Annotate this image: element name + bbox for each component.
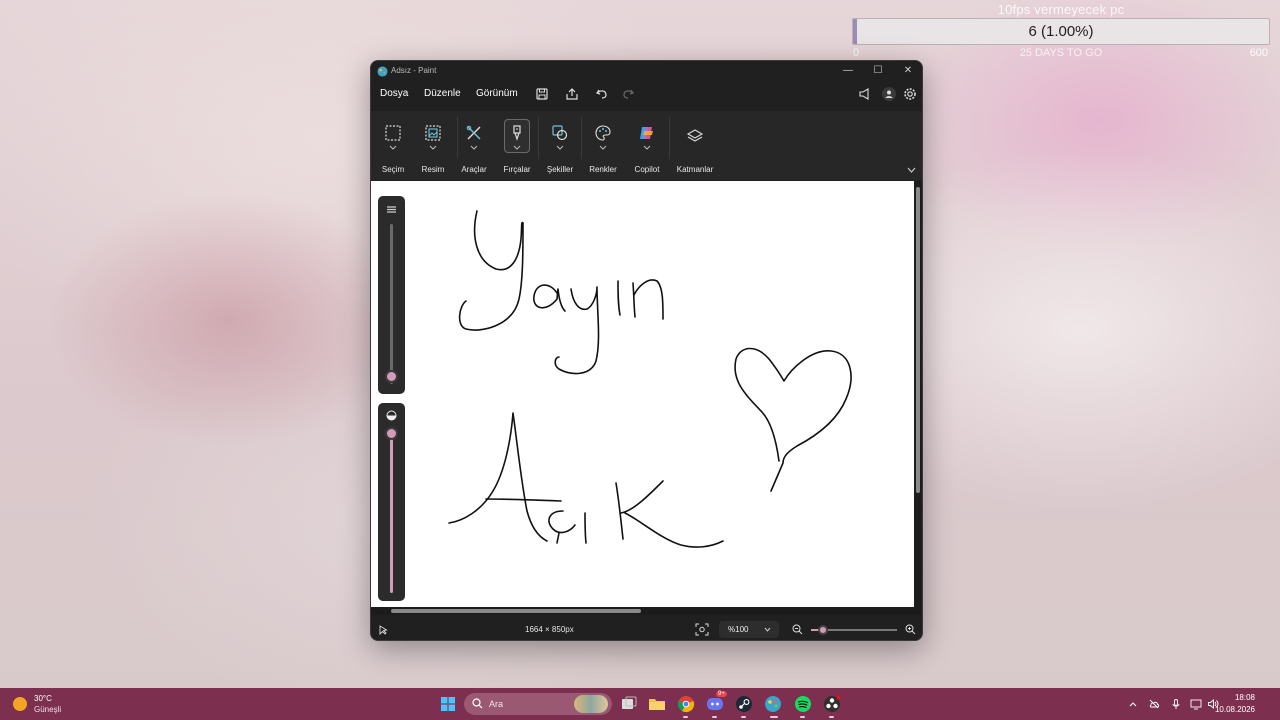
weather-description[interactable]: Güneşli (34, 705, 61, 714)
horizontal-scrollbar[interactable] (371, 607, 922, 615)
chevron-down-icon (389, 145, 397, 150)
brush-size-track[interactable] (390, 224, 393, 384)
running-indicator (712, 716, 717, 718)
palette-icon (595, 125, 611, 141)
opacity-thumb[interactable] (387, 429, 396, 438)
paint-window: Adsız - Paint — ☐ ✕ Dosya Düzenle Görünü… (370, 60, 923, 641)
zoom-value: %100 (728, 625, 749, 634)
opacity-icon (386, 410, 397, 421)
discord-icon[interactable] (706, 695, 724, 713)
brush-icon (513, 125, 521, 141)
running-indicator (829, 716, 834, 718)
announce-icon[interactable] (857, 86, 873, 102)
sun-icon[interactable] (13, 697, 27, 711)
ribbon-toolbar: Seçim Resim Araçlar Fırçalar Şekiller Re… (371, 111, 922, 180)
display-icon[interactable] (1190, 698, 1202, 710)
discord-badge: 9+ (716, 691, 727, 697)
search-icon (472, 698, 483, 709)
canvas-dimensions: 1664 × 850px (525, 625, 574, 634)
vertical-scrollbar[interactable] (914, 181, 922, 611)
task-view-icon[interactable] (620, 695, 638, 713)
vertical-scroll-thumb[interactable] (916, 187, 920, 493)
chevron-down-icon (764, 627, 771, 632)
ribbon-divider (669, 117, 670, 159)
redo-icon[interactable] (620, 86, 636, 102)
settings-icon[interactable] (902, 86, 918, 102)
opacity-panel (378, 403, 405, 601)
share-icon[interactable] (564, 86, 580, 102)
brush-size-panel (378, 196, 405, 394)
menu-bar: Dosya Düzenle Görünüm (371, 83, 922, 107)
file-explorer-icon[interactable] (648, 695, 666, 713)
brush-size-thumb[interactable] (387, 372, 396, 381)
opacity-track[interactable] (390, 433, 393, 593)
chevron-down-icon (470, 145, 478, 150)
status-bar: 1664 × 850px %100 (371, 617, 922, 640)
undo-icon[interactable] (594, 86, 610, 102)
goal-subtext: 25 DAYS TO GO (1019, 47, 1103, 59)
zoom-in-icon[interactable] (905, 624, 916, 635)
horizontal-scroll-thumb[interactable] (391, 609, 641, 613)
brush-size-icon (387, 206, 396, 213)
chevron-down-icon (556, 145, 564, 150)
running-indicator (741, 716, 746, 718)
running-indicator (800, 716, 805, 718)
zoom-slider-thumb[interactable] (818, 625, 828, 635)
clock-date[interactable]: 10.08.2026 (1215, 705, 1255, 714)
account-icon[interactable] (881, 86, 897, 102)
microphone-icon[interactable] (1170, 698, 1182, 710)
search-highlight-image (574, 695, 608, 713)
menu-view[interactable]: Görünüm (476, 88, 518, 99)
obs-icon[interactable] (823, 695, 841, 713)
title-bar[interactable]: Adsız - Paint — ☐ ✕ (371, 61, 922, 81)
save-icon[interactable] (534, 86, 550, 102)
steam-icon[interactable] (735, 695, 753, 713)
paint-app-icon (377, 66, 388, 77)
fit-to-window-icon[interactable] (695, 623, 709, 636)
collapse-ribbon-icon[interactable] (907, 167, 916, 173)
ribbon-copilot[interactable]: Copilot (625, 111, 669, 180)
chrome-icon[interactable] (677, 695, 695, 713)
cursor-icon (379, 625, 388, 635)
goal-max: 600 (1249, 47, 1268, 59)
maximize-button[interactable]: ☐ (868, 64, 888, 78)
image-icon (425, 125, 441, 141)
active-app-indicator (770, 716, 778, 718)
zoom-select[interactable]: %100 (719, 621, 779, 638)
ribbon-label: Katmanlar (676, 165, 714, 174)
chevron-down-icon (599, 145, 607, 150)
shapes-icon (552, 125, 568, 141)
handwritten-drawing (448, 210, 852, 548)
spotify-icon[interactable] (794, 695, 812, 713)
cloud-sync-icon[interactable] (1148, 698, 1160, 710)
menu-file[interactable]: Dosya (380, 88, 408, 99)
minimize-button[interactable]: — (838, 64, 858, 78)
ribbon-layers[interactable]: Katmanlar (673, 111, 717, 180)
zoom-out-icon[interactable] (792, 624, 803, 635)
taskbar-search[interactable]: Ara (464, 693, 612, 715)
window-title: Adsız - Paint (391, 66, 437, 75)
weather-temperature[interactable]: 30°C (34, 694, 52, 703)
paint-icon[interactable] (764, 695, 782, 713)
drawing-canvas[interactable] (371, 181, 922, 611)
chevron-down-icon (513, 145, 521, 150)
copilot-icon (640, 127, 653, 139)
running-indicator (683, 716, 688, 718)
chevron-down-icon (643, 145, 651, 150)
tools-icon (466, 125, 481, 140)
close-button[interactable]: ✕ (898, 64, 918, 78)
chevron-up-icon[interactable] (1127, 698, 1139, 710)
goal-title: 10fps vermeyecek pc (997, 2, 1125, 17)
goal-progress-bar: 6 (1.00%) (852, 18, 1270, 45)
clock-time[interactable]: 18:08 (1235, 693, 1255, 702)
stream-goal-widget: 10fps vermeyecek pc 6 (1.00%) 0 25 DAYS … (850, 0, 1272, 62)
selection-icon (385, 125, 401, 141)
search-placeholder: Ara (489, 699, 504, 709)
goal-value: 6 (1.00%) (1028, 23, 1094, 40)
windows-start-icon[interactable] (440, 696, 456, 712)
taskbar: 30°C Güneşli Ara 9+ 18:08 10.08.2026 (0, 688, 1280, 720)
chevron-down-icon (429, 145, 437, 150)
menu-edit[interactable]: Düzenle (424, 88, 461, 99)
layers-icon (686, 129, 704, 142)
